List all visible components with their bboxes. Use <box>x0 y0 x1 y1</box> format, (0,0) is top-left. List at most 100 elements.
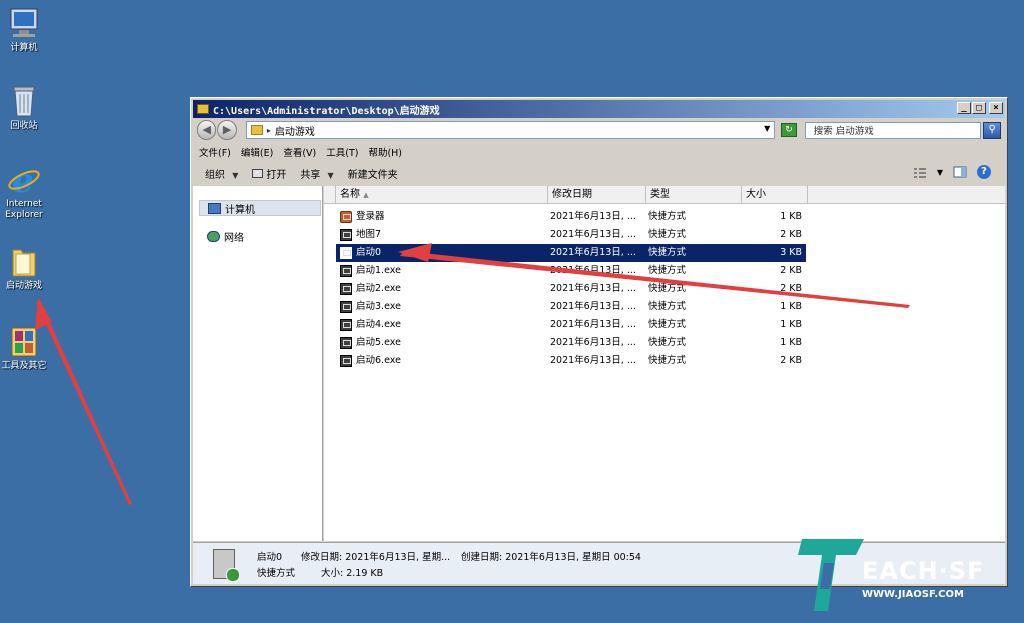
shortcut-icon <box>340 319 352 331</box>
file-name-cell: 启动6.exe <box>340 352 540 370</box>
file-date: 2021年6月13日, ... <box>550 355 636 366</box>
file-name: 启动0 <box>356 247 382 258</box>
file-name-cell: 启动4.exe <box>340 316 540 334</box>
file-size: 2 KB <box>780 229 802 240</box>
explorer-window: C:\Users\Administrator\Desktop\启动游戏 _ □ … <box>190 97 1008 587</box>
desktop-icon-label: 启动游戏 <box>5 281 42 291</box>
folder-icon <box>250 125 263 135</box>
column-header-date[interactable]: 修改日期 <box>548 186 646 204</box>
title-bar[interactable]: C:\Users\Administrator\Desktop\启动游戏 _ □ … <box>193 100 1005 118</box>
file-size: 2 KB <box>780 355 802 366</box>
search-input[interactable]: 搜索 启动游戏 <box>804 121 982 139</box>
search-icon[interactable]: ⚲ <box>983 121 1001 139</box>
file-type: 快捷方式 <box>648 355 687 366</box>
file-name: 启动5.exe <box>356 337 401 348</box>
view-controls: ▼ ? <box>913 165 991 179</box>
file-size: 2 KB <box>780 265 802 276</box>
desktop-icon-recycle-bin[interactable]: 回收站 <box>0 84 54 132</box>
desktop-icon-label: Internet Explorer <box>5 199 43 220</box>
file-date: 2021年6月13日, ... <box>550 319 636 330</box>
shortcut-icon <box>340 229 352 241</box>
address-text: 启动游戏 <box>274 126 315 138</box>
forward-button[interactable]: ▶ <box>217 120 237 140</box>
column-header-name[interactable]: 名称 ▲ <box>336 186 548 204</box>
view-options-icon[interactable] <box>913 165 927 179</box>
back-button[interactable]: ◀ <box>197 120 217 140</box>
navigation-pane: 计算机 网络 <box>193 186 323 541</box>
menu-tools[interactable]: 工具(T) <box>326 145 358 159</box>
desktop-icon-label: 计算机 <box>10 43 38 53</box>
organize-button[interactable]: 组织 ▼ <box>205 166 238 181</box>
computer-icon <box>208 202 221 214</box>
menu-help[interactable]: 帮助(H) <box>368 145 402 159</box>
file-name-cell: 地图7 <box>340 226 540 244</box>
organize-label: 组织 <box>205 169 225 181</box>
file-size: 1 KB <box>780 301 802 312</box>
chevron-right-icon[interactable]: ▸ <box>267 126 271 135</box>
file-type: 快捷方式 <box>648 337 687 348</box>
nav-item-network[interactable]: 网络 <box>199 228 321 244</box>
menu-view[interactable]: 查看(V) <box>283 145 316 159</box>
file-size: 2 KB <box>780 283 802 294</box>
file-date: 2021年6月13日, ... <box>550 337 636 348</box>
file-name-cell: 启动2.exe <box>340 280 540 298</box>
desktop-icon-label: 回收站 <box>10 121 38 131</box>
file-name: 登录器 <box>356 211 385 222</box>
menu-edit[interactable]: 编辑(E) <box>241 145 273 159</box>
column-header-type[interactable]: 类型 <box>646 186 742 204</box>
open-button[interactable]: 打开 <box>252 166 286 181</box>
desktop-icon-computer[interactable]: 计算机 <box>0 6 54 54</box>
preview-pane-icon[interactable] <box>953 165 967 179</box>
file-row[interactable]: 启动1.exe 2021年6月13日, ... 快捷方式 2 KB <box>336 262 806 280</box>
file-date: 2021年6月13日, ... <box>550 247 636 258</box>
computer-icon <box>7 6 41 40</box>
file-row[interactable]: 启动6.exe 2021年6月13日, ... 快捷方式 2 KB <box>336 352 806 370</box>
share-button[interactable]: 共享 ▼ <box>300 166 333 181</box>
chevron-down-icon[interactable]: ▼ <box>937 168 943 177</box>
file-type: 快捷方式 <box>648 229 687 240</box>
file-list: 名称 ▲ 修改日期 类型 大小 登录器 2021年6月13日, ... 快捷方式 1 … <box>324 186 1005 541</box>
address-input[interactable]: ▸ 启动游戏 ▼ <box>245 121 776 139</box>
column-header-size[interactable]: 大小 <box>742 186 808 204</box>
menu-file[interactable]: 文件(F) <box>199 145 231 159</box>
file-row[interactable]: 登录器 2021年6月13日, ... 快捷方式 1 KB <box>336 208 806 226</box>
open-icon <box>252 168 264 178</box>
file-size: 1 KB <box>780 319 802 330</box>
sort-up-icon: ▲ <box>363 191 369 199</box>
close-button[interactable]: × <box>989 102 1003 114</box>
details-modified: 修改日期: 2021年6月13日, 星期... <box>301 552 451 563</box>
details-name: 启动0 <box>257 552 283 563</box>
file-size: 1 KB <box>780 337 802 348</box>
shortcut-icon <box>213 549 240 582</box>
file-name: 启动3.exe <box>356 301 401 312</box>
file-row[interactable]: 启动4.exe 2021年6月13日, ... 快捷方式 1 KB <box>336 316 806 334</box>
internet-explorer-icon: e <box>7 161 41 201</box>
shortcut-icon <box>340 355 352 367</box>
file-row[interactable]: 启动5.exe 2021年6月13日, ... 快捷方式 1 KB <box>336 334 806 352</box>
file-type: 快捷方式 <box>648 319 687 330</box>
file-name: 启动1.exe <box>356 265 401 276</box>
minimize-button[interactable]: _ <box>957 102 971 114</box>
recycle-bin-icon <box>7 84 41 118</box>
file-row[interactable]: 启动0 2021年6月13日, ... 快捷方式 3 KB <box>336 244 806 262</box>
refresh-button[interactable]: ↻ <box>781 123 797 137</box>
file-row[interactable]: 启动3.exe 2021年6月13日, ... 快捷方式 1 KB <box>336 298 806 316</box>
shortcut-icon <box>340 283 352 295</box>
file-name: 启动2.exe <box>356 283 401 294</box>
file-row[interactable]: 启动2.exe 2021年6月13日, ... 快捷方式 2 KB <box>336 280 806 298</box>
folder-icon <box>7 244 41 278</box>
file-date: 2021年6月13日, ... <box>550 211 636 222</box>
desktop-icon-launch-game[interactable]: 启动游戏 <box>0 244 54 292</box>
file-name-cell: 启动1.exe <box>340 262 540 280</box>
desktop-icon-tools[interactable]: 工具及其它 <box>0 324 54 372</box>
share-label: 共享 <box>300 169 321 181</box>
nav-item-computer[interactable]: 计算机 <box>199 200 321 216</box>
chevron-down-icon[interactable]: ▼ <box>764 124 770 133</box>
desktop-icon-ie[interactable]: e Internet Explorer <box>0 161 54 221</box>
address-bar: ◀ ▶ ▸ 启动游戏 ▼ ↻ 搜索 启动游戏 ⚲ <box>193 119 1005 141</box>
folder-icon <box>197 104 209 114</box>
new-folder-button[interactable]: 新建文件夹 <box>348 166 398 181</box>
help-icon[interactable]: ? <box>977 165 991 179</box>
file-row[interactable]: 地图7 2021年6月13日, ... 快捷方式 2 KB <box>336 226 806 244</box>
maximize-button[interactable]: □ <box>972 102 986 114</box>
